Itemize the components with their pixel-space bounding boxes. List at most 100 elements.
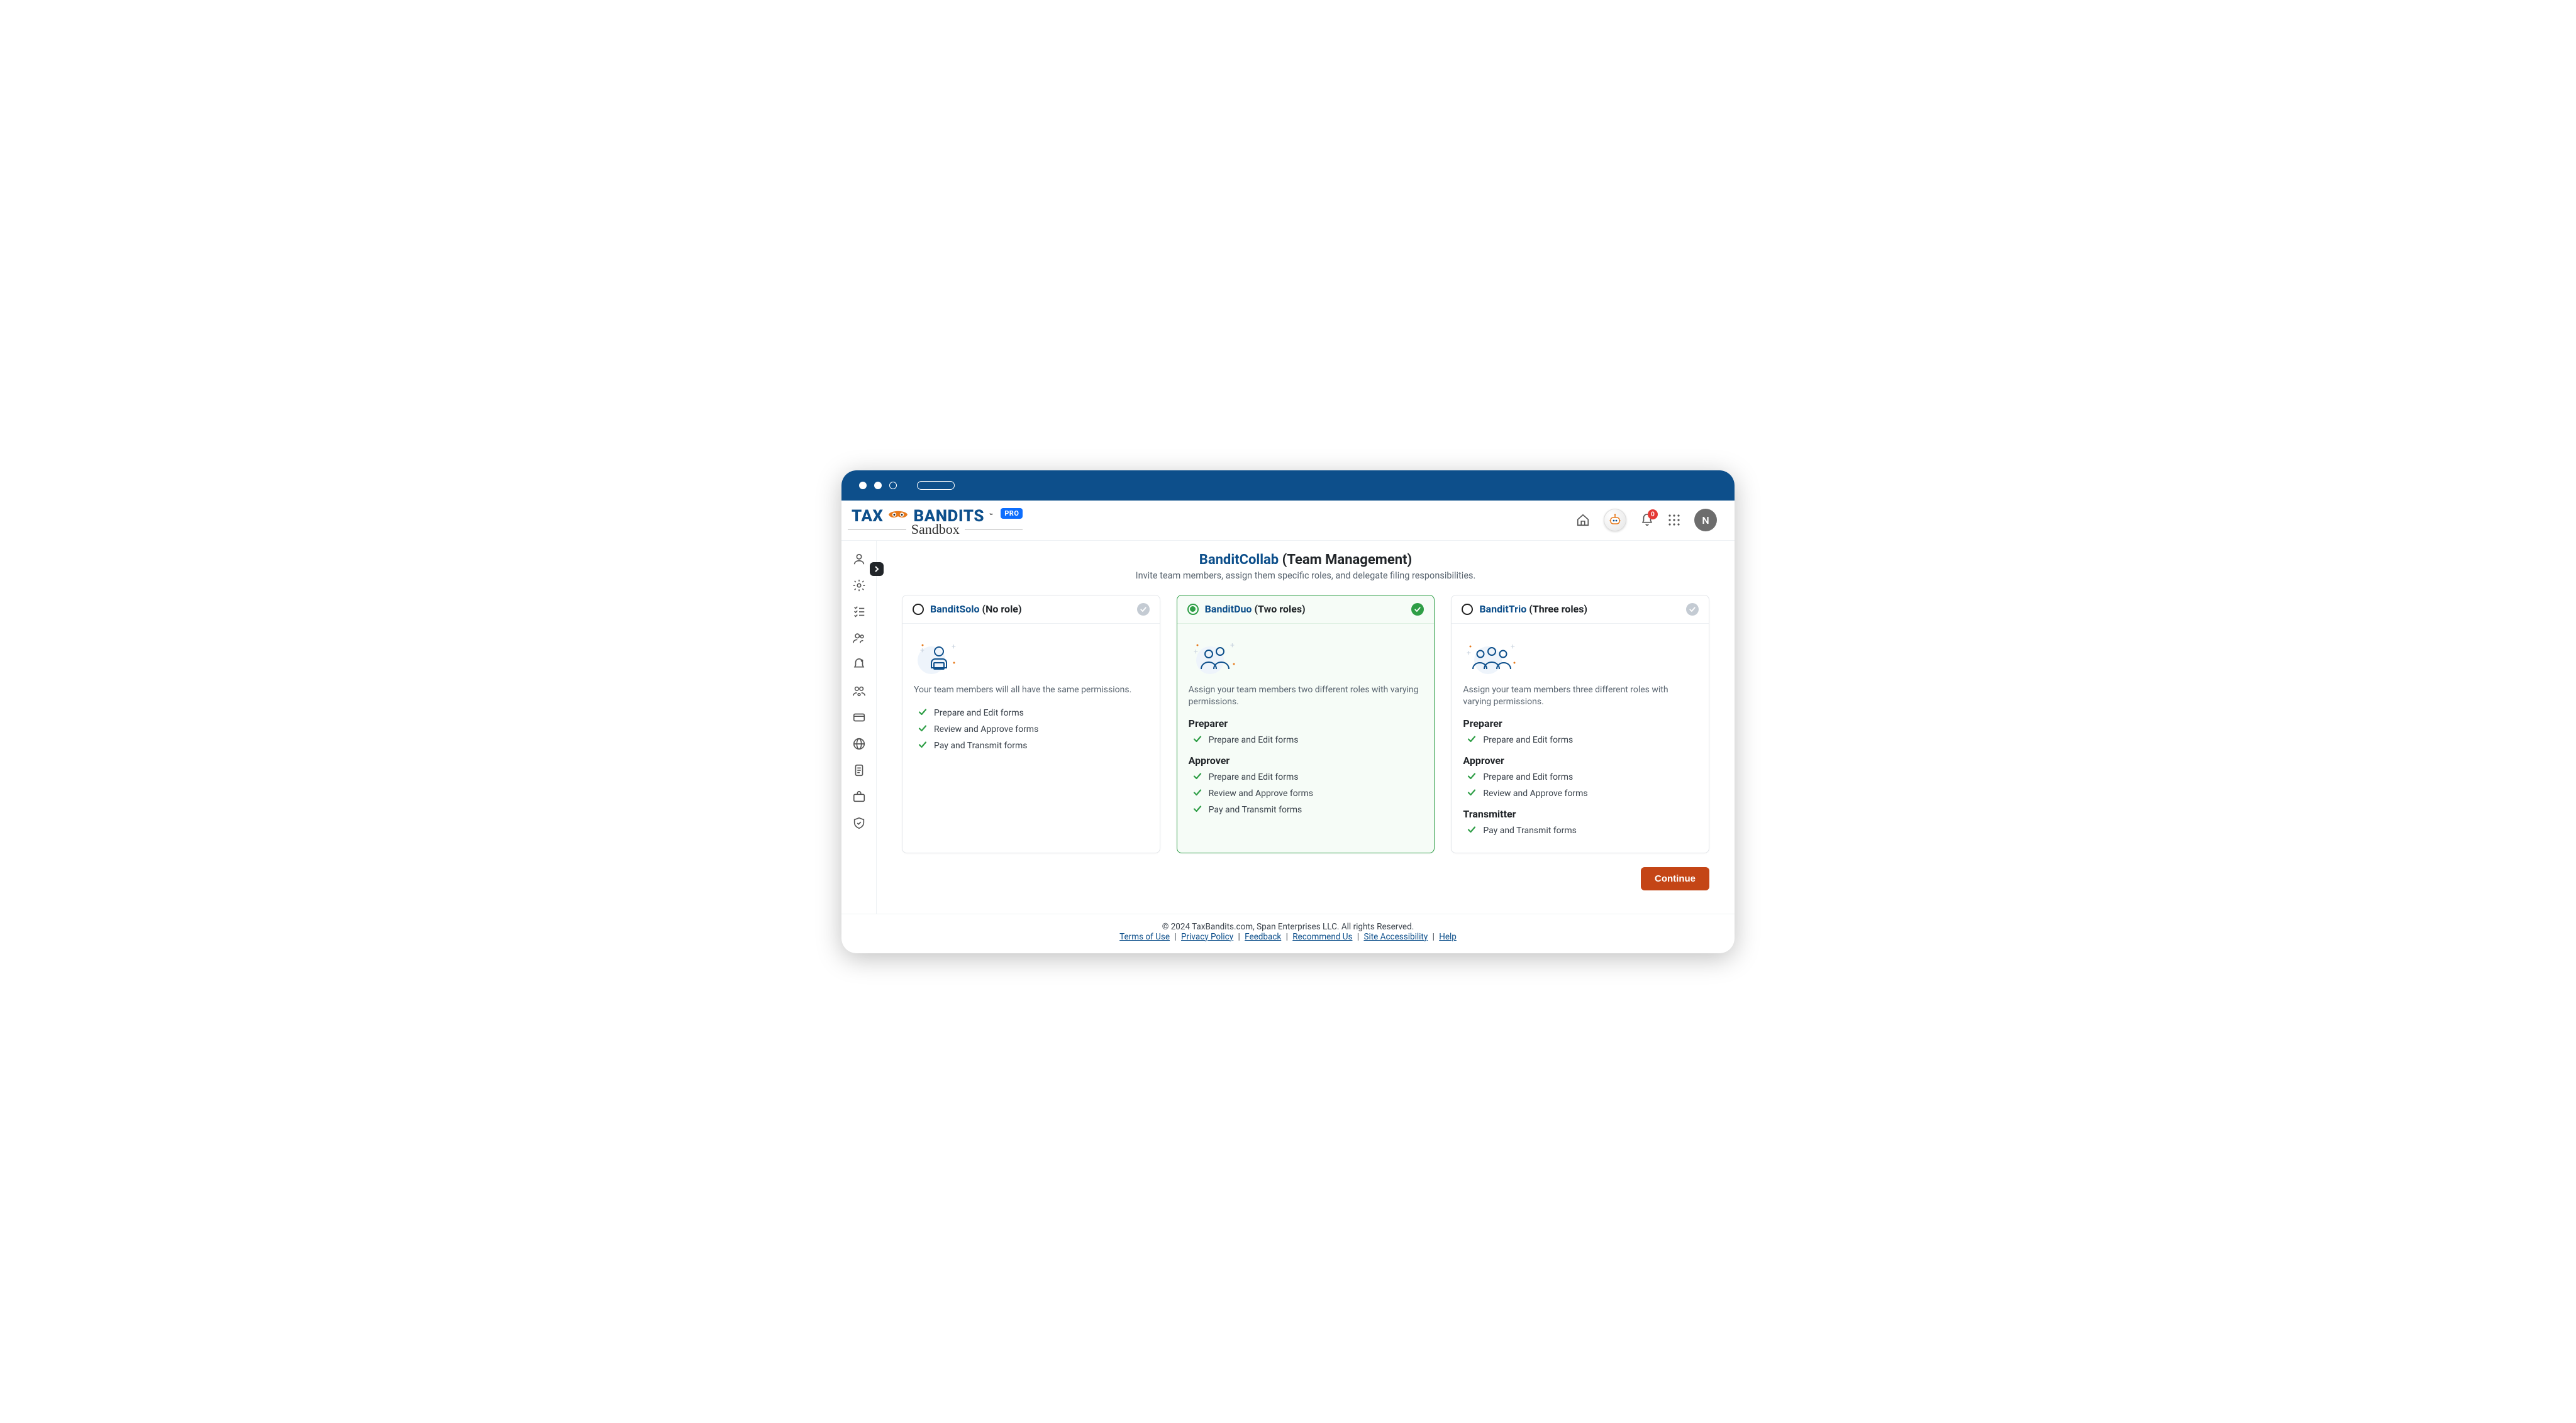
- plan-selected-badge: [1686, 603, 1699, 616]
- plan-roles-label: (No role): [982, 603, 1022, 615]
- check-icon: [1467, 771, 1477, 783]
- role-name: Preparer: [1463, 717, 1697, 729]
- feature-item: Prepare and Edit forms: [1467, 769, 1697, 785]
- logo-text-right: BANDITS: [913, 507, 984, 526]
- browser-frame: TAX BANDITS ™ PRO: [841, 470, 1735, 953]
- plan-description: Assign your team members two different r…: [1189, 684, 1423, 709]
- plan-radio[interactable]: [1462, 604, 1473, 615]
- plan-card-header: BanditDuo (Two roles): [1177, 595, 1435, 624]
- profile-icon[interactable]: [852, 552, 866, 566]
- plan-card-header-left: BanditTrio (Three roles): [1462, 603, 1587, 615]
- url-bar[interactable]: [917, 481, 955, 490]
- plan-card-body: ++Assign your team members two different…: [1177, 624, 1435, 832]
- feature-list: Prepare and Edit forms Review and Approve…: [914, 705, 1148, 754]
- sidebar: [841, 541, 877, 914]
- feature-text: Review and Approve forms: [1209, 789, 1313, 799]
- svg-text:+: +: [952, 642, 956, 651]
- check-icon: [1192, 804, 1202, 816]
- apps-grid-icon[interactable]: [1668, 514, 1680, 526]
- footer-link[interactable]: Terms of Use: [1119, 932, 1170, 942]
- plan-card-header: BanditTrio (Three roles): [1452, 595, 1709, 624]
- footer-link[interactable]: Site Accessibility: [1363, 932, 1428, 942]
- team-icon[interactable]: [852, 631, 866, 645]
- feature-list: Prepare and Edit forms: [1463, 732, 1697, 748]
- plan-title: BanditDuo (Two roles): [1205, 603, 1306, 615]
- assistant-bot-icon[interactable]: [1604, 509, 1626, 531]
- user-avatar[interactable]: N: [1694, 509, 1717, 531]
- check-icon: [1467, 734, 1477, 746]
- plan-card[interactable]: BanditSolo (No role) ++ Your team members …: [902, 595, 1160, 853]
- feature-text: Prepare and Edit forms: [934, 708, 1024, 718]
- globe-icon[interactable]: [852, 737, 866, 751]
- check-icon: [1467, 824, 1477, 837]
- role-name: Preparer: [1189, 717, 1423, 729]
- separator: |: [1281, 932, 1292, 942]
- plan-card[interactable]: BanditDuo (Two roles)++Assign your team …: [1177, 595, 1435, 853]
- svg-text:+: +: [1230, 641, 1235, 650]
- plan-name: BanditTrio: [1479, 603, 1529, 615]
- footer-link[interactable]: Recommend Us: [1292, 932, 1352, 942]
- feature-text: Review and Approve forms: [934, 724, 1038, 734]
- check-icon: [918, 723, 928, 736]
- footer-link[interactable]: Privacy Policy: [1181, 932, 1233, 942]
- plan-card[interactable]: BanditTrio (Three roles)++Assign your te…: [1451, 595, 1709, 853]
- alerts-icon[interactable]: [852, 658, 866, 672]
- page-subtitle: Invite team members, assign them specifi…: [902, 570, 1709, 581]
- shield-icon[interactable]: [852, 816, 866, 830]
- window-dot[interactable]: [889, 482, 897, 489]
- plan-illustration: ++: [1189, 635, 1423, 675]
- plan-card-header: BanditSolo (No role): [902, 595, 1160, 624]
- footer-link[interactable]: Help: [1439, 932, 1457, 942]
- plan-card-body: ++ Your team members will all have the sa…: [902, 624, 1160, 768]
- check-icon: [1192, 787, 1202, 800]
- logo-subtext: Sandbox: [911, 524, 960, 534]
- feature-text: Prepare and Edit forms: [1483, 735, 1573, 745]
- main-content: BanditCollab (Team Management) Invite te…: [877, 541, 1735, 914]
- separator: |: [1428, 932, 1439, 942]
- feature-list: Pay and Transmit forms: [1463, 822, 1697, 839]
- plan-selected-badge: [1411, 603, 1424, 616]
- check-icon: [1192, 734, 1202, 746]
- plan-radio[interactable]: [913, 604, 924, 615]
- sidebar-expand-button[interactable]: [870, 562, 884, 576]
- check-icon: [918, 707, 928, 719]
- plan-title: BanditSolo (No role): [930, 603, 1022, 615]
- footer: © 2024 TaxBandits.com, Span Enterprises …: [841, 914, 1735, 953]
- topbar-actions: 0 N: [1576, 509, 1717, 531]
- plan-illustration: ++: [914, 635, 1148, 675]
- plan-description: Assign your team members three different…: [1463, 684, 1697, 709]
- users-manage-icon[interactable]: [852, 684, 866, 698]
- window-dot[interactable]: [859, 482, 867, 489]
- check-icon: [1467, 787, 1477, 800]
- separator: |: [1352, 932, 1363, 942]
- checklist-icon[interactable]: [852, 605, 866, 619]
- document-icon[interactable]: [852, 763, 866, 777]
- plan-name: BanditSolo: [930, 603, 982, 615]
- notifications-badge: 0: [1648, 509, 1658, 519]
- page-title-rest: (Team Management): [1282, 552, 1413, 568]
- footer-links: Terms of Use | Privacy Policy | Feedback…: [841, 932, 1735, 942]
- check-icon: [1192, 771, 1202, 783]
- plan-description: Your team members will all have the same…: [914, 684, 1148, 697]
- feature-list: Prepare and Edit formsReview and Approve…: [1189, 769, 1423, 818]
- feature-text: Pay and Transmit forms: [1209, 805, 1302, 815]
- actions-row: Continue: [902, 867, 1709, 890]
- plan-roles-label: (Two roles): [1254, 603, 1305, 615]
- notifications-icon[interactable]: 0: [1640, 513, 1654, 527]
- feature-item: Review and Approve forms: [1192, 785, 1423, 802]
- separator: |: [1170, 932, 1181, 942]
- plan-card-header-left: BanditSolo (No role): [913, 603, 1022, 615]
- logo[interactable]: TAX BANDITS ™ PRO: [848, 507, 1023, 534]
- plan-radio[interactable]: [1187, 604, 1199, 615]
- settings-icon[interactable]: [852, 579, 866, 592]
- feature-item: Pay and Transmit forms: [1192, 802, 1423, 818]
- window-dot[interactable]: [874, 482, 882, 489]
- home-icon[interactable]: [1576, 513, 1590, 527]
- feature-text: Prepare and Edit forms: [1209, 735, 1299, 745]
- footer-copyright: © 2024 TaxBandits.com, Span Enterprises …: [841, 922, 1735, 932]
- continue-button[interactable]: Continue: [1641, 867, 1709, 890]
- footer-link[interactable]: Feedback: [1245, 932, 1281, 942]
- svg-text:+: +: [1194, 647, 1198, 656]
- briefcase-icon[interactable]: [852, 790, 866, 804]
- payment-icon[interactable]: [852, 711, 866, 724]
